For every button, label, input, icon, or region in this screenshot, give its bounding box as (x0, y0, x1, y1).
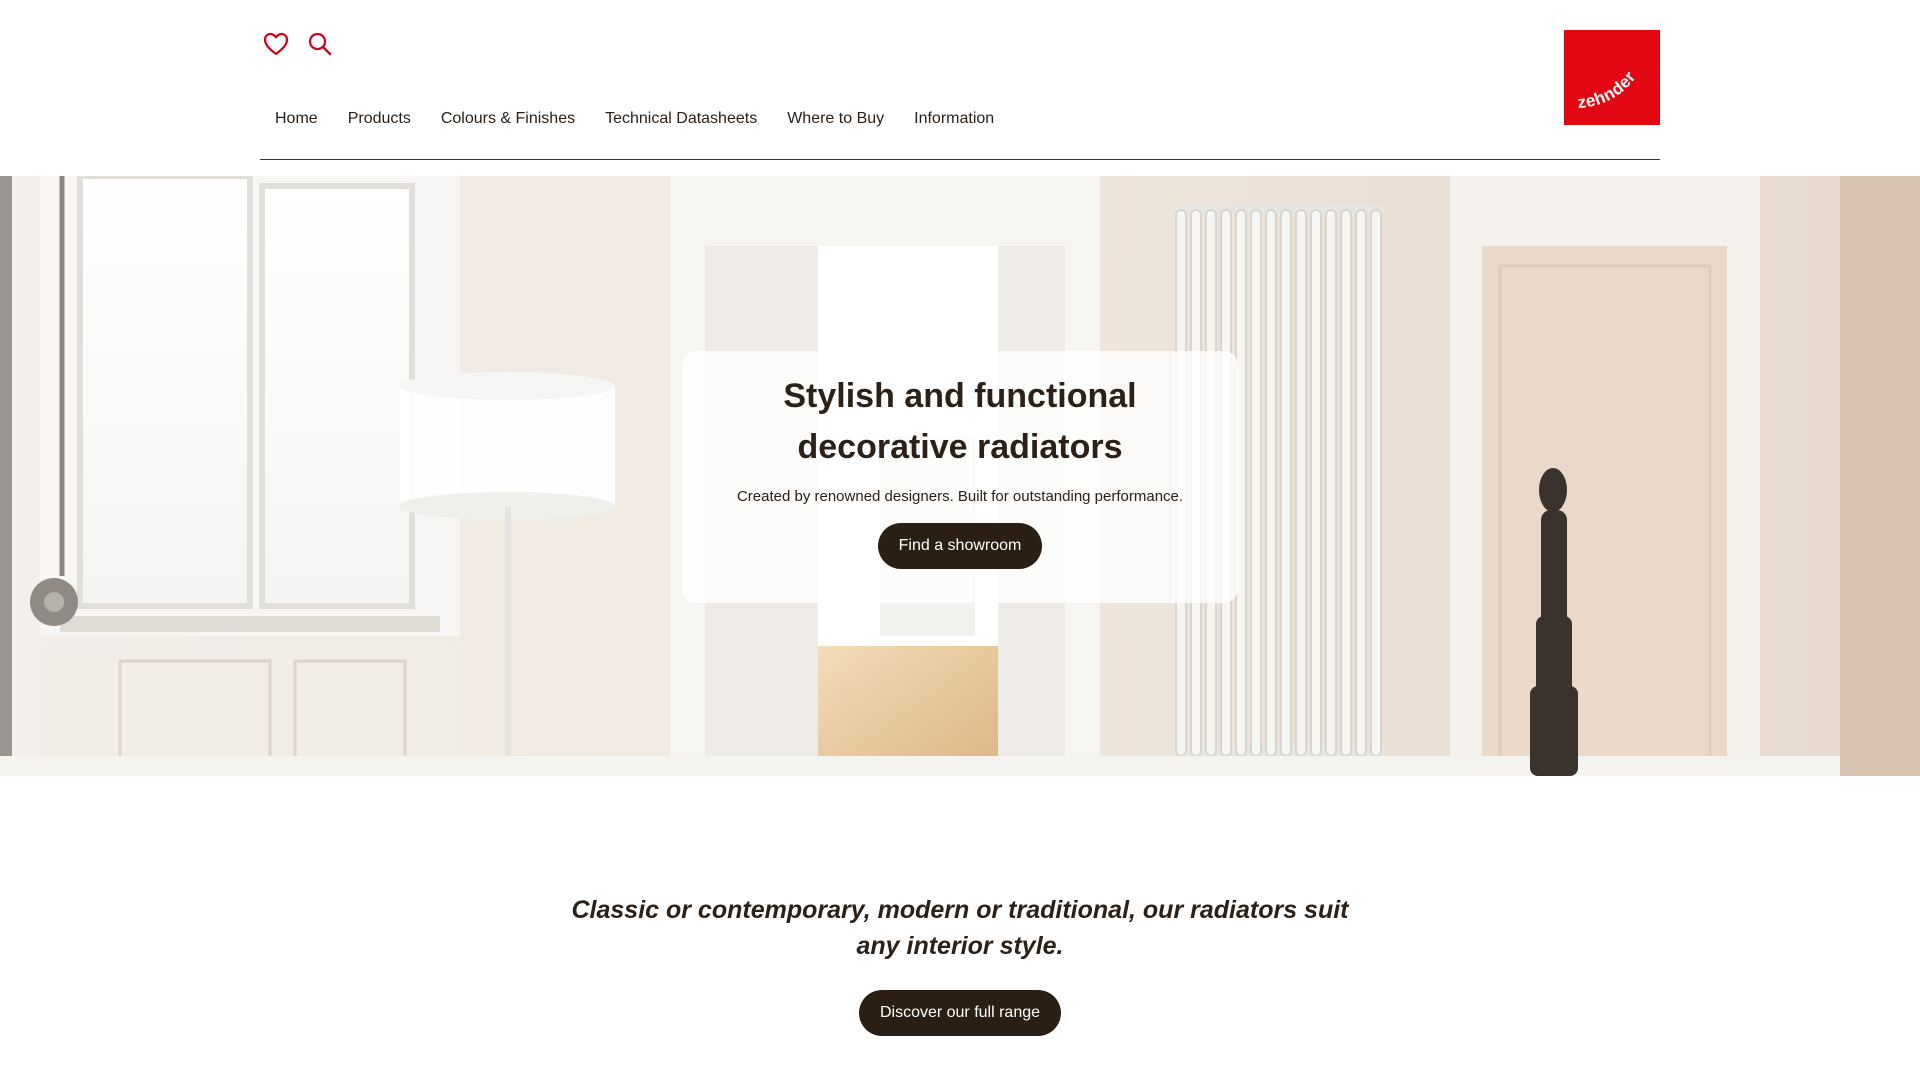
nav-item-colours-finishes[interactable]: Colours & Finishes (426, 104, 590, 134)
nav-item-where-to-buy[interactable]: Where to Buy (772, 104, 899, 134)
header-inner: Home Products Colours & Finishes Technic… (260, 0, 1660, 160)
main-nav: Home Products Colours & Finishes Technic… (260, 104, 1009, 134)
intro-text: Classic or contemporary, modern or tradi… (571, 896, 1349, 960)
search-icon[interactable] (306, 30, 334, 58)
nav-item-technical-datasheets[interactable]: Technical Datasheets (590, 104, 772, 134)
find-showroom-button[interactable]: Find a showroom (877, 523, 1043, 569)
intro-section: Classic or contemporary, modern or tradi… (0, 776, 1920, 1080)
svg-text:zehnder: zehnder (1577, 67, 1640, 112)
site-header: Home Products Colours & Finishes Technic… (0, 0, 1920, 176)
nav-item-home[interactable]: Home (260, 104, 333, 134)
logo-text: zehnder (1577, 67, 1639, 112)
zehnder-logo[interactable]: zehnder (1564, 30, 1660, 125)
hero-banner: Stylish and functional decorative radiat… (0, 176, 1920, 776)
nav-item-products[interactable]: Products (333, 104, 426, 134)
discover-range-button[interactable]: Discover our full range (858, 990, 1062, 1036)
nav-item-information[interactable]: Information (899, 104, 1009, 134)
heart-icon[interactable] (262, 30, 290, 58)
hero-title: Stylish and functional decorative radiat… (783, 377, 1137, 466)
hero-subtitle: Created by renowned designers. Built for… (736, 488, 1184, 505)
hero-card: Stylish and functional decorative radiat… (682, 351, 1238, 603)
utility-icons (262, 30, 334, 58)
